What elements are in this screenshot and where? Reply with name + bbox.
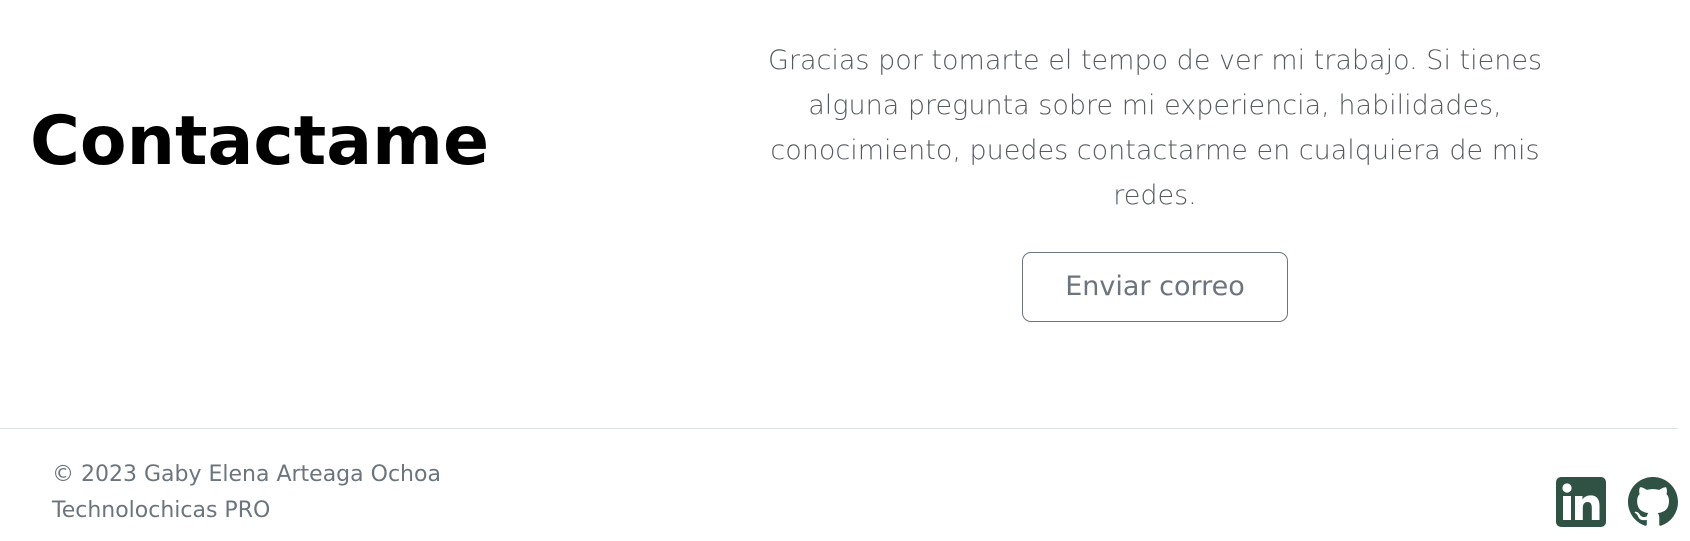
copyright-text: © 2023 Gaby Elena Arteaga Ochoa xyxy=(52,462,441,487)
footer-text: © 2023 Gaby Elena Arteaga Ochoa Technolo… xyxy=(52,457,441,529)
contact-heading: Contactame xyxy=(30,102,490,181)
linkedin-icon xyxy=(1556,477,1606,527)
contact-message: Gracias por tomarte el tempo de ver mi t… xyxy=(767,45,1543,211)
github-icon xyxy=(1628,477,1678,526)
footer: © 2023 Gaby Elena Arteaga Ochoa Technolo… xyxy=(0,429,1690,541)
linkedin-link[interactable] xyxy=(1556,477,1606,527)
send-email-button[interactable]: Enviar correo xyxy=(1022,252,1288,322)
github-link[interactable] xyxy=(1628,477,1678,527)
contact-body: Gracias por tomarte el tempo de ver mi t… xyxy=(725,38,1585,322)
organization-text: Technolochicas PRO xyxy=(52,498,271,523)
contact-section: Contactame Gracias por tomarte el tempo … xyxy=(0,0,1690,428)
